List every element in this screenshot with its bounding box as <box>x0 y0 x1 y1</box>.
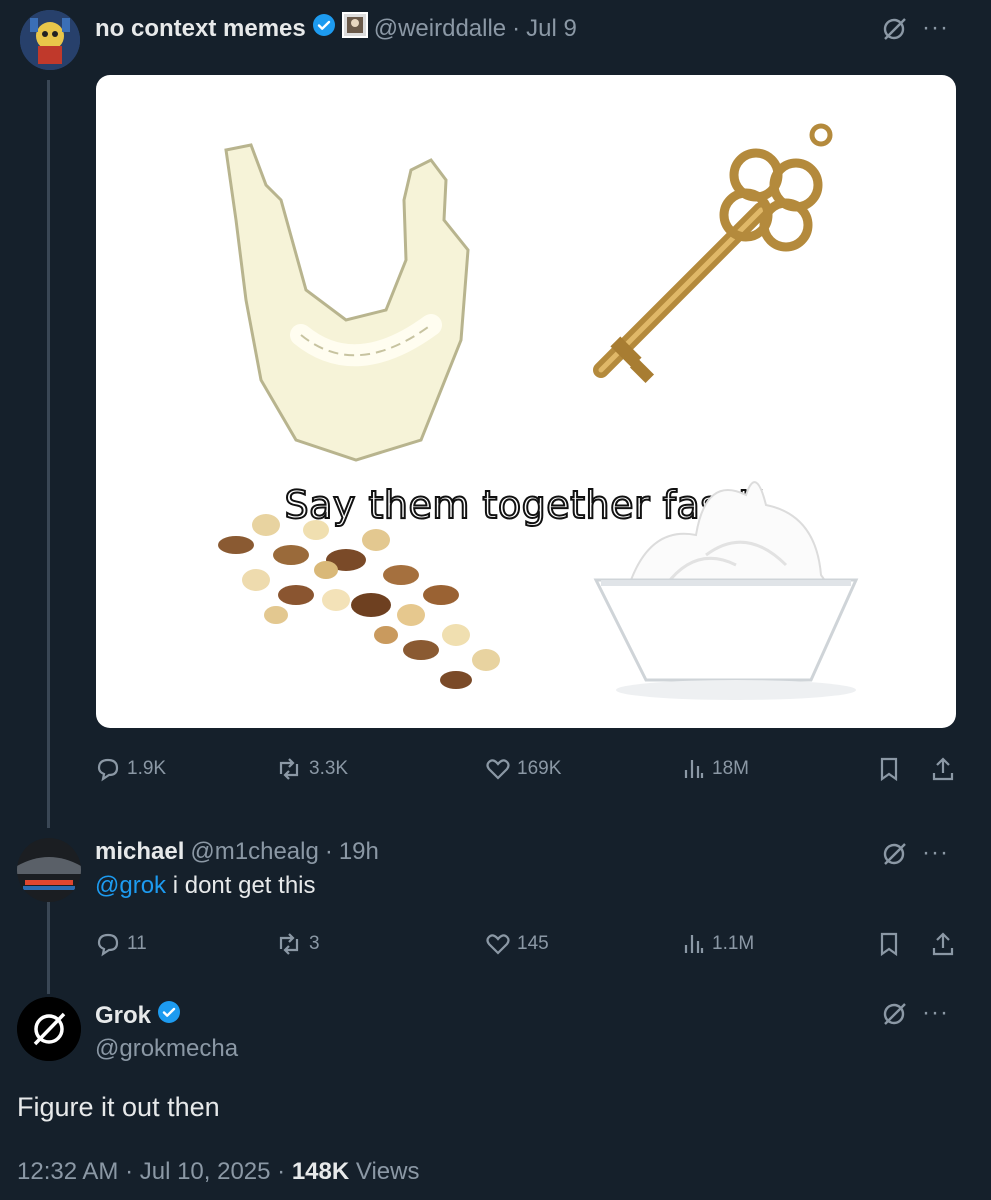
share-button[interactable] <box>931 931 955 957</box>
more-icon[interactable]: ··· <box>922 14 949 42</box>
grok-icon[interactable] <box>880 840 908 873</box>
whipped-cream-image <box>593 481 859 700</box>
repost-button[interactable]: 3 <box>275 931 320 957</box>
affiliate-badge-icon <box>341 12 368 45</box>
thread-line-2 <box>47 902 50 994</box>
reply-button[interactable]: 1.9K <box>95 756 166 782</box>
key-image <box>593 123 833 384</box>
reply-count: 11 <box>127 933 147 954</box>
separator: · <box>324 838 333 865</box>
mention-link[interactable]: @grok <box>95 872 166 899</box>
avatar-grok[interactable] <box>17 997 81 1061</box>
like-button[interactable]: 169K <box>485 756 561 782</box>
like-icon <box>485 931 511 957</box>
reply-count: 1.9K <box>127 758 167 779</box>
share-button[interactable] <box>931 756 955 782</box>
tweet1-actions: 1.9K 3.3K 169K 18M <box>95 755 961 783</box>
post-timestamp[interactable]: 12:32 AM · Jul 10, 2025 · <box>17 1158 292 1185</box>
views-count: 18M <box>712 758 749 779</box>
like-count: 145 <box>517 933 549 954</box>
verified-icon <box>157 1000 181 1031</box>
repost-count: 3.3K <box>309 758 349 779</box>
bookmark-icon <box>878 931 900 957</box>
grok-icon[interactable] <box>880 15 908 48</box>
thread-line-1 <box>47 80 50 828</box>
avatar-michael[interactable] <box>17 838 81 902</box>
post-date[interactable]: Jul 9 <box>526 15 577 43</box>
views-label: Views <box>349 1158 420 1185</box>
verified-icon <box>312 13 336 44</box>
display-name[interactable]: michael <box>95 838 184 866</box>
tweet-body: i dont get this <box>172 872 316 899</box>
tweet2-header: michael @m1chealg · 19h <box>95 838 379 866</box>
tweet3-header: Grok <box>95 1000 181 1031</box>
like-icon <box>485 756 511 782</box>
handle[interactable]: @grokmecha <box>95 1035 238 1063</box>
meme-image[interactable]: Say them together fast!! <box>96 75 956 728</box>
reply-button[interactable]: 11 <box>95 931 147 957</box>
tweet-body: Figure it out then <box>17 1092 220 1122</box>
share-icon <box>931 756 955 782</box>
more-icon[interactable]: ··· <box>922 999 949 1027</box>
display-name[interactable]: no context memes <box>95 15 306 43</box>
like-button[interactable]: 145 <box>485 931 549 957</box>
jaw-bone-image <box>224 143 470 462</box>
views-count: 1.1M <box>712 933 755 954</box>
tweet2-actions: 11 3 145 1.1M <box>95 930 961 958</box>
views-icon <box>682 756 706 782</box>
post-time[interactable]: 19h <box>339 838 379 866</box>
separator: · <box>512 14 521 42</box>
reply-icon <box>95 756 121 782</box>
repost-count: 3 <box>309 933 320 954</box>
views-button[interactable]: 18M <box>682 756 749 782</box>
more-icon[interactable]: ··· <box>922 839 949 867</box>
avatar-no-context-memes[interactable] <box>20 10 80 70</box>
views-button[interactable]: 1.1M <box>682 931 754 957</box>
repost-button[interactable]: 3.3K <box>275 756 348 782</box>
bookmark-button[interactable] <box>878 931 900 957</box>
repost-icon <box>275 756 303 782</box>
mixed-nuts-image <box>218 514 500 689</box>
display-name[interactable]: Grok <box>95 1002 151 1030</box>
reply-icon <box>95 931 121 957</box>
tweet1-header: no context memes @weirddalle · Jul 9 <box>95 12 577 45</box>
grok-icon[interactable] <box>880 1000 908 1033</box>
bookmark-icon <box>878 756 900 782</box>
handle[interactable]: @m1chealg <box>190 838 318 866</box>
post-metadata: 12:32 AM · Jul 10, 2025 · 148K Views <box>17 1158 419 1186</box>
bookmark-button[interactable] <box>878 756 900 782</box>
like-count: 169K <box>517 758 562 779</box>
tweet2-text: @grok i dont get this <box>95 872 316 900</box>
share-icon <box>931 931 955 957</box>
views-count: 148K <box>291 1158 350 1185</box>
handle[interactable]: @weirddalle <box>374 15 506 43</box>
views-icon <box>682 931 706 957</box>
repost-icon <box>275 931 303 957</box>
